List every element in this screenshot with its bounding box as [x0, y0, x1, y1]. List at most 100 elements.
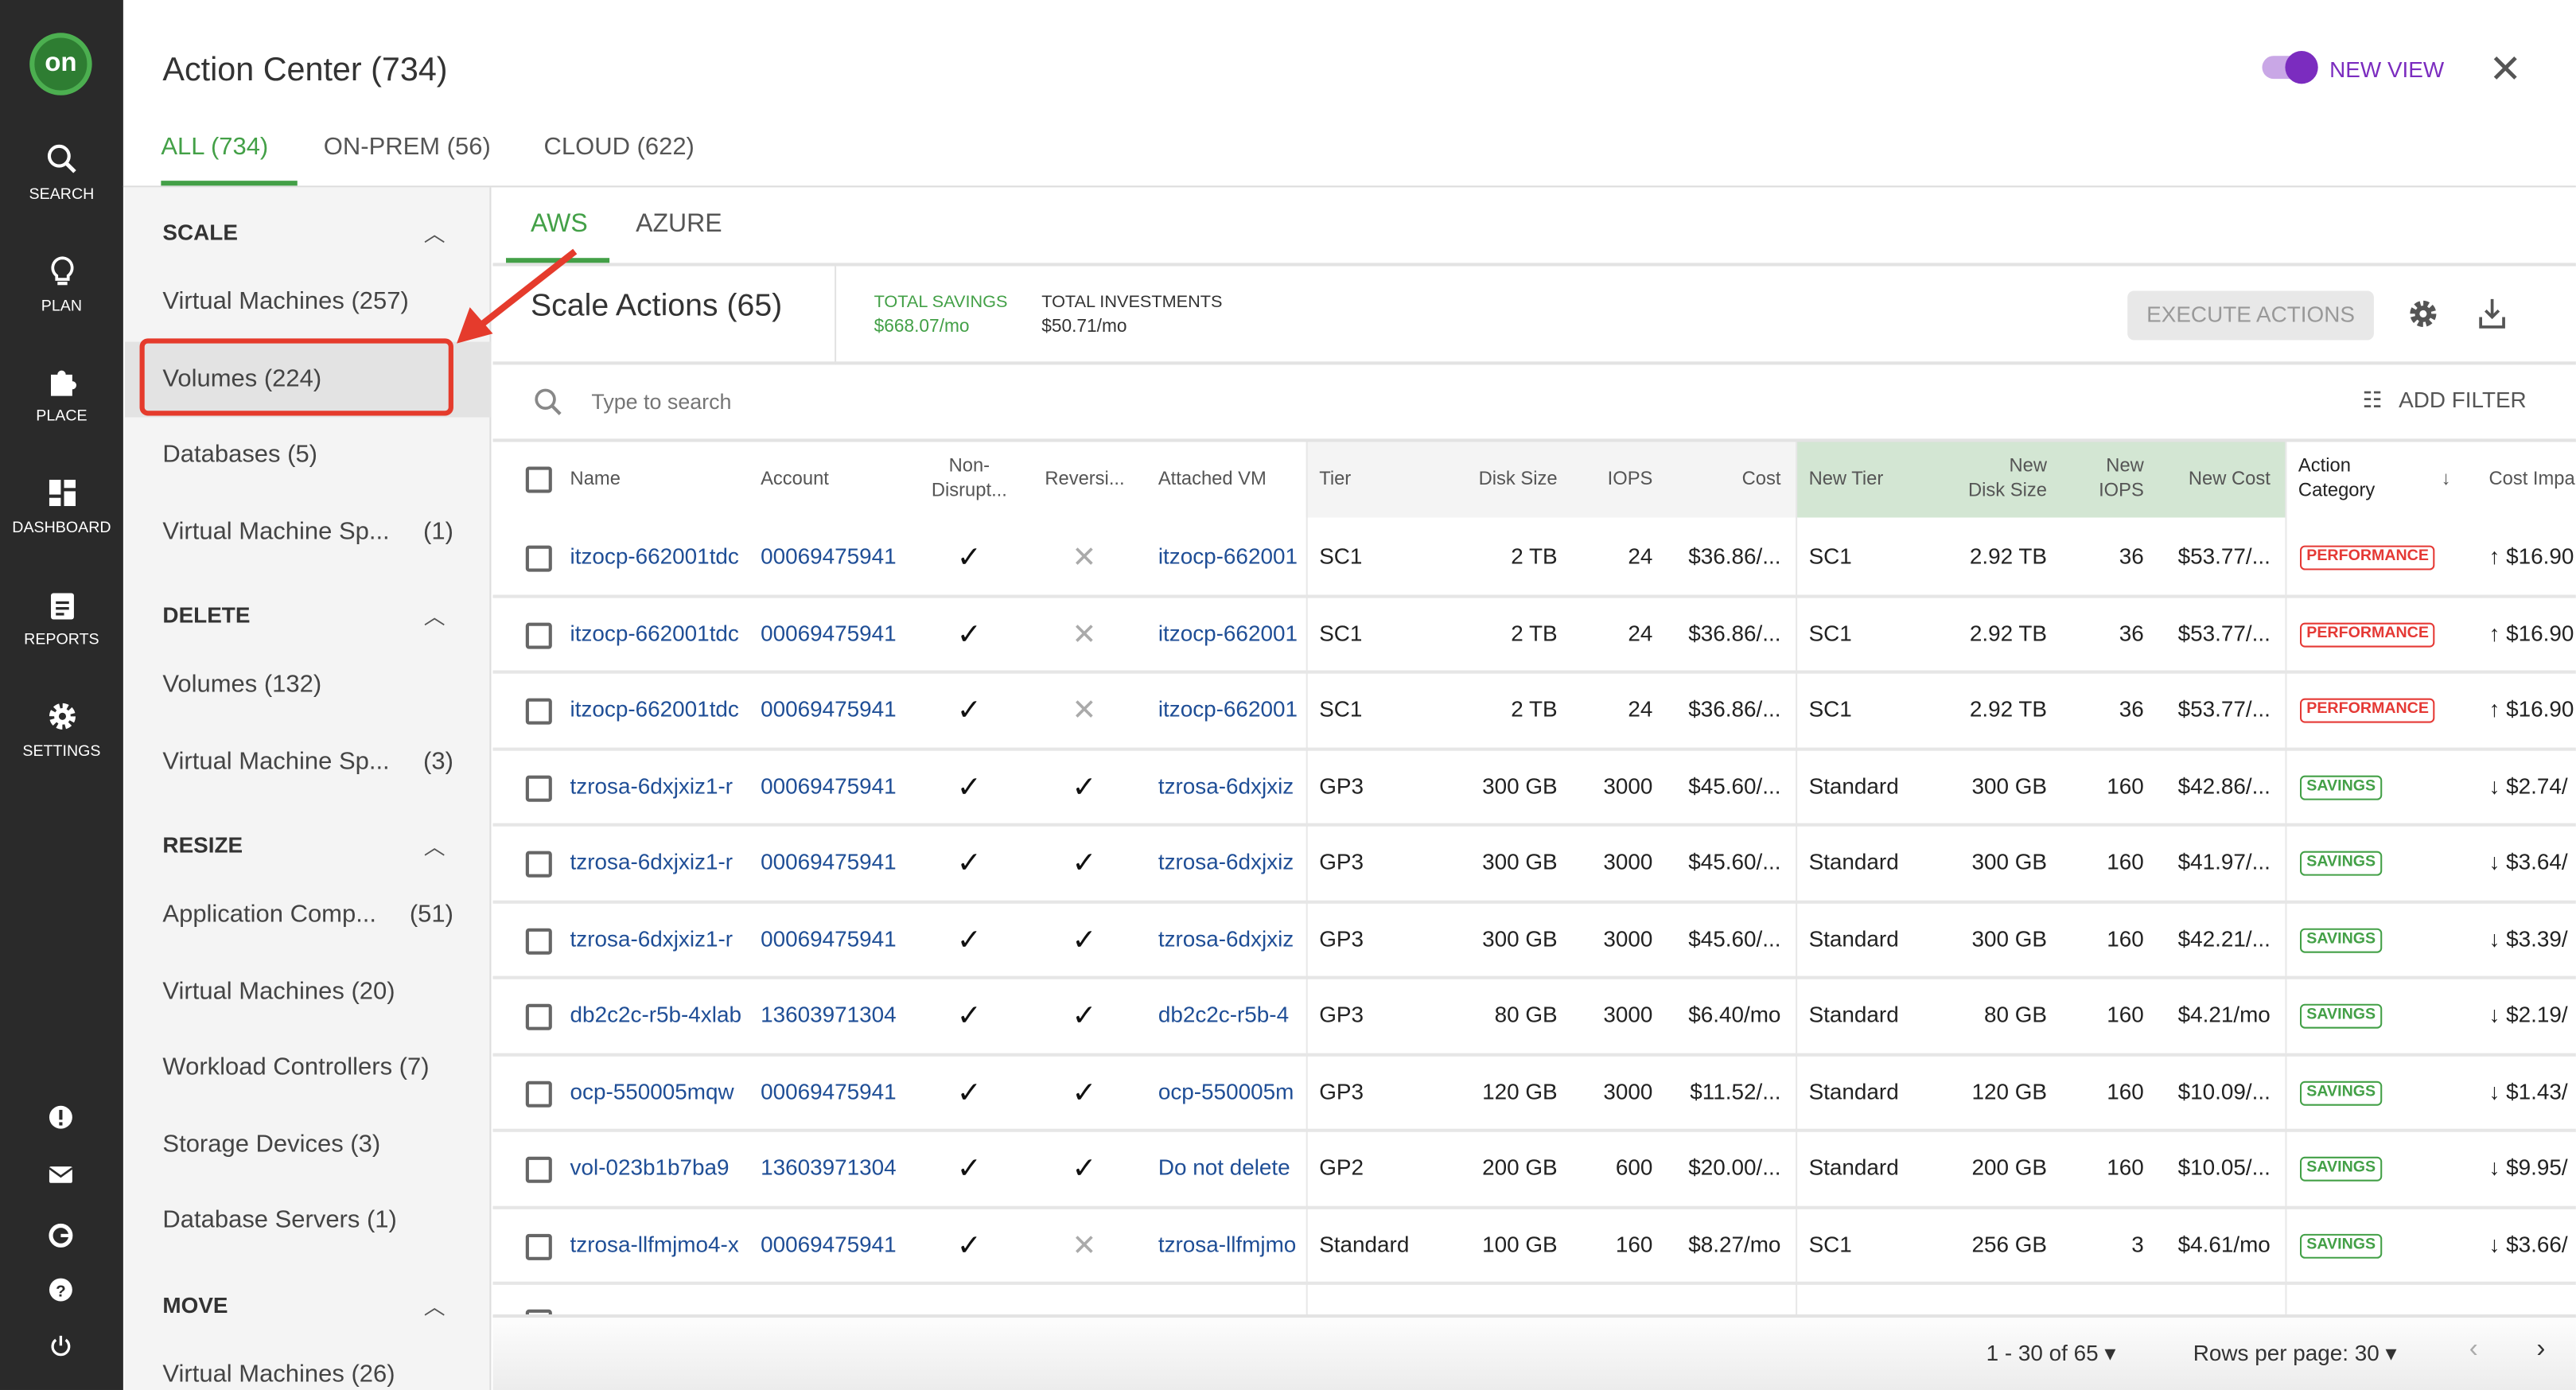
chevron-up-icon[interactable]: ︿ [424, 600, 446, 631]
cell-name[interactable]: itzocp-662001tdc [570, 674, 748, 746]
row-checkbox[interactable] [525, 1232, 552, 1260]
help-icon[interactable]: ? [48, 1277, 74, 1303]
cell-name[interactable]: tzrosa-6dxjxiz1-r [570, 903, 748, 975]
mail-icon[interactable] [48, 1162, 74, 1188]
cell-attached[interactable]: tzrosa-6dxjxiz [1158, 750, 1298, 823]
table-row[interactable]: tzrosa-6dxjxiz1-r 00069475941 ✓ ✓ tzrosa-6dx… [492, 903, 2576, 979]
nav-item-search[interactable]: SEARCH [0, 143, 123, 204]
row-checkbox[interactable] [525, 698, 552, 725]
table-row[interactable]: db2c2c-r5b-4xlab 13603971304 ✓ ✓ db2c2c-r5b-… [492, 979, 2576, 1056]
sidebar-item[interactable]: Volumes (132) [125, 648, 491, 723]
download-icon[interactable] [2477, 298, 2507, 330]
alert-icon[interactable] [48, 1104, 74, 1131]
column-header-newtier[interactable]: New Tier [1809, 442, 1957, 517]
column-header-tier[interactable]: Tier [1319, 442, 1450, 517]
cell-name[interactable]: db2c2c-r5b-4xlab [570, 979, 748, 1052]
nav-item-plan[interactable]: PLAN [0, 254, 123, 315]
chevron-up-icon[interactable]: ︿ [424, 1289, 446, 1320]
tab-on-prem[interactable]: ON-PREM (56) [324, 133, 491, 161]
cell-name[interactable]: tzrosa-llfmjmo4-x [570, 1209, 748, 1281]
cell-name[interactable]: itzocp-662001tdc [570, 598, 748, 670]
cell-account[interactable]: 00069475941 [761, 1056, 904, 1128]
sidebar-item[interactable]: Virtual Machines (20) [125, 954, 491, 1030]
add-filter-button[interactable]: ☷ ADD FILTER [2362, 387, 2526, 414]
google-icon[interactable] [48, 1222, 74, 1248]
column-header-reversible[interactable]: Reversi... [1045, 442, 1135, 517]
cell-attached[interactable]: ocp-550005m [1158, 1056, 1298, 1128]
cell-account[interactable]: 00069475941 [761, 827, 904, 899]
column-header-attached[interactable]: Attached VM [1158, 442, 1298, 517]
subtab-azure[interactable]: AZURE [636, 210, 722, 239]
row-checkbox[interactable] [525, 621, 552, 648]
sidebar-item[interactable]: Workload Controllers (7) [125, 1030, 491, 1106]
tab-all[interactable]: ALL (734) [161, 133, 268, 161]
gear-icon[interactable] [2407, 298, 2439, 330]
nav-item-settings[interactable]: SETTINGS [0, 699, 123, 760]
sidebar-item[interactable]: Storage Devices (3) [125, 1107, 491, 1182]
table-row[interactable]: ocp-550005mqw 00069475941 ✓ ✓ ocp-550005m GP3… [492, 1056, 2576, 1132]
nav-item-reports[interactable]: REPORTS [0, 588, 123, 648]
close-icon[interactable]: ✕ [2488, 46, 2522, 94]
table-row[interactable]: tzrosa-6dxjxiz1-r 00069475941 ✓ ✓ tzrosa-6dx… [492, 750, 2576, 827]
sort-arrow-icon[interactable]: ↓ [2442, 442, 2451, 517]
search-input[interactable] [591, 389, 1413, 415]
cell-account[interactable]: 13603971304 [761, 979, 904, 1052]
cell-account[interactable]: 00069475941 [761, 1209, 904, 1281]
row-checkbox[interactable] [525, 545, 552, 572]
next-page-button[interactable]: › [2536, 1336, 2545, 1365]
table-row[interactable] [493, 1285, 2576, 1314]
cell-attached[interactable]: tzrosa-6dxjxiz [1158, 903, 1298, 975]
table-row[interactable]: vol-023b1b7ba9 13603971304 ✓ ✓ Do not delete… [492, 1132, 2576, 1209]
nav-item-place[interactable]: PLACE [0, 365, 123, 426]
power-icon[interactable] [48, 1333, 74, 1359]
row-checkbox[interactable] [525, 1080, 552, 1107]
column-header-category[interactable]: Action Category [2298, 442, 2414, 517]
cell-account[interactable]: 00069475941 [761, 674, 904, 746]
row-checkbox[interactable] [525, 927, 552, 954]
column-header-newiops[interactable]: New IOPS [2062, 442, 2144, 517]
column-header-cost[interactable]: Cost [1667, 442, 1781, 517]
table-row[interactable]: tzrosa-llfmjmo4-x 00069475941 ✓ ✕ tzrosa-llf… [492, 1209, 2576, 1285]
cell-name[interactable]: itzocp-662001tdc [570, 521, 748, 594]
cell-attached[interactable]: itzocp-662001 [1158, 674, 1298, 746]
cell-attached[interactable]: tzrosa-llfmjmo [1158, 1209, 1298, 1281]
column-header-nondisrupt[interactable]: Non- Disrupt... [932, 442, 1007, 517]
chevron-up-icon[interactable]: ︿ [424, 217, 446, 248]
cell-name[interactable]: ocp-550005mqw [570, 1056, 748, 1128]
subtab-aws[interactable]: AWS [531, 210, 588, 239]
cell-account[interactable]: 00069475941 [761, 598, 904, 670]
cell-account[interactable]: 13603971304 [761, 1132, 904, 1205]
cell-attached[interactable]: tzrosa-6dxjxiz [1158, 827, 1298, 899]
table-row[interactable]: tzrosa-6dxjxiz1-r 00069475941 ✓ ✓ tzrosa-6dx… [492, 827, 2576, 903]
table-row[interactable]: itzocp-662001tdc 00069475941 ✓ ✕ itzocp-6620… [492, 521, 2576, 598]
cell-account[interactable]: 00069475941 [761, 750, 904, 823]
execute-actions-button[interactable]: EXECUTE ACTIONS [2127, 290, 2374, 341]
table-row[interactable]: itzocp-662001tdc 00069475941 ✓ ✕ itzocp-6620… [492, 674, 2576, 750]
row-checkbox[interactable] [525, 1003, 552, 1030]
cell-attached[interactable]: itzocp-662001 [1158, 598, 1298, 670]
rows-per-page-select[interactable]: Rows per page: 30 ▾ [2193, 1341, 2397, 1367]
page-range-select[interactable]: 1 - 30 of 65 ▾ [1986, 1341, 2116, 1367]
column-header-disk[interactable]: Disk Size [1446, 442, 1558, 517]
sidebar-item[interactable]: Virtual Machine Sp... (3) [125, 724, 491, 800]
cell-name[interactable]: tzrosa-6dxjxiz1-r [570, 827, 748, 899]
nav-item-dashboard[interactable]: DASHBOARD [0, 477, 123, 537]
sidebar-item[interactable]: Virtual Machines (257) [125, 264, 491, 340]
row-checkbox[interactable] [525, 774, 552, 801]
table-row[interactable]: itzocp-662001tdc 00069475941 ✓ ✕ itzocp-6620… [492, 598, 2576, 674]
cell-attached[interactable]: Do not delete [1158, 1132, 1298, 1205]
sidebar-item[interactable]: Database Servers (1) [125, 1183, 491, 1259]
cell-attached[interactable]: itzocp-662001 [1158, 521, 1298, 594]
sidebar-item[interactable]: Databases (5) [125, 418, 491, 493]
select-all-checkbox[interactable] [525, 466, 552, 493]
row-checkbox[interactable] [525, 851, 552, 878]
column-header-account[interactable]: Account [761, 442, 904, 517]
column-header-newcost[interactable]: New Cost [2160, 442, 2271, 517]
chevron-up-icon[interactable]: ︿ [424, 830, 446, 861]
cell-name[interactable]: tzrosa-6dxjxiz1-r [570, 750, 748, 823]
column-header-name[interactable]: Name [570, 442, 748, 517]
tab-cloud[interactable]: CLOUD (622) [544, 133, 695, 161]
column-header-newdisk[interactable]: New Disk Size [1939, 442, 2047, 517]
cell-name[interactable]: vol-023b1b7ba9 [570, 1132, 748, 1205]
toggle-knob[interactable] [2285, 51, 2318, 84]
